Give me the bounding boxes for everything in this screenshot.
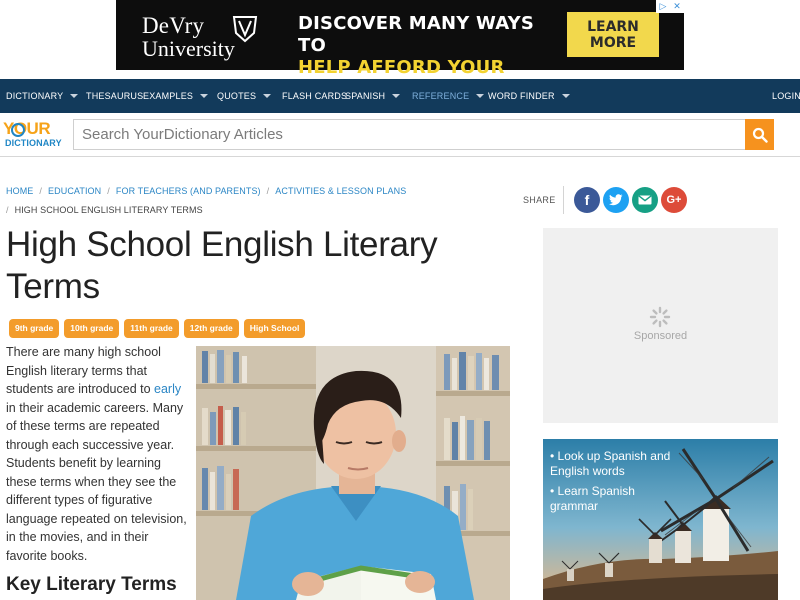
tag-9th-grade[interactable]: 9th grade bbox=[9, 319, 60, 338]
logo-line2: DICTIONARY bbox=[5, 138, 62, 148]
facebook-icon: f bbox=[584, 192, 590, 208]
breadcrumb-for-teachers[interactable]: FOR TEACHERS (AND PARENTS) bbox=[116, 186, 261, 196]
close-icon[interactable]: ✕ bbox=[670, 0, 684, 13]
magnifier-icon bbox=[11, 123, 25, 137]
breadcrumb-separator: / bbox=[6, 205, 9, 215]
twitter-share-button[interactable] bbox=[603, 187, 629, 213]
cta-line2: MORE bbox=[589, 35, 637, 51]
spanish-grammar-link[interactable]: Learn Spanish grammar bbox=[550, 484, 685, 514]
caret-down-icon bbox=[561, 94, 570, 98]
section-heading: Key Literary Terms bbox=[6, 574, 177, 595]
learn-more-button[interactable]: LEARN MORE bbox=[567, 12, 659, 57]
shield-icon bbox=[232, 16, 258, 43]
caret-down-icon bbox=[70, 94, 79, 98]
cta-line1: LEARN bbox=[587, 19, 639, 35]
share-divider bbox=[563, 186, 564, 214]
nav-label: WORD FINDER bbox=[488, 91, 555, 101]
loading-spinner-icon bbox=[649, 306, 671, 328]
sponsored-ad-slot[interactable]: Sponsored bbox=[543, 228, 778, 423]
facebook-share-button[interactable]: f bbox=[574, 187, 600, 213]
main-nav: DICTIONARY THESAURUS EXAMPLES QUOTES FLA… bbox=[0, 79, 800, 113]
breadcrumb-activities[interactable]: ACTIVITIES & LESSON PLANS bbox=[275, 186, 406, 196]
tag-12th-grade[interactable]: 12th grade bbox=[183, 319, 239, 338]
google-plus-icon: G+ bbox=[666, 194, 682, 206]
ad-headline-line1: DISCOVER MANY WAYS TO bbox=[298, 13, 535, 56]
nav-item-spanish[interactable]: SPANISH bbox=[345, 79, 401, 113]
breadcrumb-current: HIGH SCHOOL ENGLISH LITERARY TERMS bbox=[14, 205, 203, 215]
tag-high-school[interactable]: High School bbox=[243, 319, 306, 338]
breadcrumb-separator: / bbox=[107, 186, 110, 196]
login-link[interactable]: LOGIN bbox=[772, 79, 800, 113]
tag-10th-grade[interactable]: 10th grade bbox=[64, 319, 120, 338]
nav-label: REFERENCE bbox=[412, 91, 470, 101]
email-share-button[interactable] bbox=[632, 187, 658, 213]
login-label: LOGIN bbox=[772, 91, 800, 101]
nav-item-quotes[interactable]: QUOTES bbox=[217, 79, 272, 113]
ad-badge[interactable]: ▷ ✕ bbox=[656, 0, 684, 13]
article-photo bbox=[196, 346, 510, 600]
google-plus-share-button[interactable]: G+ bbox=[661, 187, 687, 213]
caret-down-icon bbox=[476, 94, 485, 98]
nav-item-word-finder[interactable]: WORD FINDER bbox=[488, 79, 570, 113]
nav-label: EXAMPLES bbox=[143, 91, 194, 101]
tag-11th-grade[interactable]: 11th grade bbox=[124, 319, 179, 338]
spanish-lookup-link[interactable]: Look up Spanish and English words bbox=[550, 449, 685, 479]
nav-item-examples[interactable]: EXAMPLES bbox=[143, 79, 209, 113]
ad-choices-icon[interactable]: ▷ bbox=[656, 0, 670, 13]
nav-label: SPANISH bbox=[345, 91, 386, 101]
email-icon bbox=[638, 195, 652, 205]
caret-down-icon bbox=[263, 94, 272, 98]
breadcrumb-separator: / bbox=[39, 186, 43, 196]
breadcrumb: HOME / EDUCATION / FOR TEACHERS (AND PARENTS… bbox=[6, 182, 506, 220]
share-label: SHARE bbox=[523, 195, 556, 205]
nav-label: QUOTES bbox=[217, 91, 257, 101]
intro-text-2: in their academic careers. Many of these… bbox=[6, 400, 187, 563]
caret-down-icon bbox=[200, 94, 209, 98]
student-reading-photo bbox=[196, 346, 510, 600]
twitter-icon bbox=[609, 194, 623, 206]
spanish-promo[interactable]: Look up Spanish and English words Learn … bbox=[543, 439, 778, 600]
nav-label: FLASH CARDS bbox=[282, 91, 348, 101]
nav-label: THESAURUS bbox=[86, 91, 144, 101]
tag-list: 9th grade 10th grade 11th grade 12th gra… bbox=[9, 319, 306, 338]
early-link[interactable]: early bbox=[154, 382, 181, 396]
page-title: High School English Literary Terms bbox=[6, 225, 438, 306]
nav-label: DICTIONARY bbox=[6, 91, 64, 101]
breadcrumb-separator: / bbox=[266, 186, 270, 196]
intro-text-1: There are many high school English liter… bbox=[6, 345, 161, 396]
search-button[interactable] bbox=[745, 119, 774, 150]
search-icon bbox=[752, 127, 768, 143]
search-input[interactable] bbox=[73, 119, 746, 150]
nav-item-flash-cards[interactable]: FLASH CARDS bbox=[282, 79, 347, 113]
article-intro: There are many high school English liter… bbox=[6, 343, 188, 565]
ad-brand-logo: DeVry University bbox=[140, 9, 258, 61]
ad-brand-line2: University bbox=[142, 36, 235, 61]
nav-item-thesaurus[interactable]: THESAURUS bbox=[86, 79, 143, 113]
nav-item-reference[interactable]: REFERENCE bbox=[412, 79, 485, 113]
breadcrumb-home[interactable]: HOME bbox=[6, 186, 33, 196]
breadcrumb-education[interactable]: EDUCATION bbox=[48, 186, 101, 196]
ad-banner[interactable]: DeVry University DISCOVER MANY WAYS TO H… bbox=[116, 0, 684, 100]
sponsored-label: Sponsored bbox=[633, 330, 688, 342]
spanish-feature-list: Look up Spanish and English words Learn … bbox=[550, 449, 685, 519]
nav-item-dictionary[interactable]: DICTIONARY bbox=[6, 79, 79, 113]
site-logo[interactable]: YOUR DICTIONARY bbox=[3, 119, 65, 151]
header-divider bbox=[0, 156, 800, 157]
caret-down-icon bbox=[392, 94, 401, 98]
